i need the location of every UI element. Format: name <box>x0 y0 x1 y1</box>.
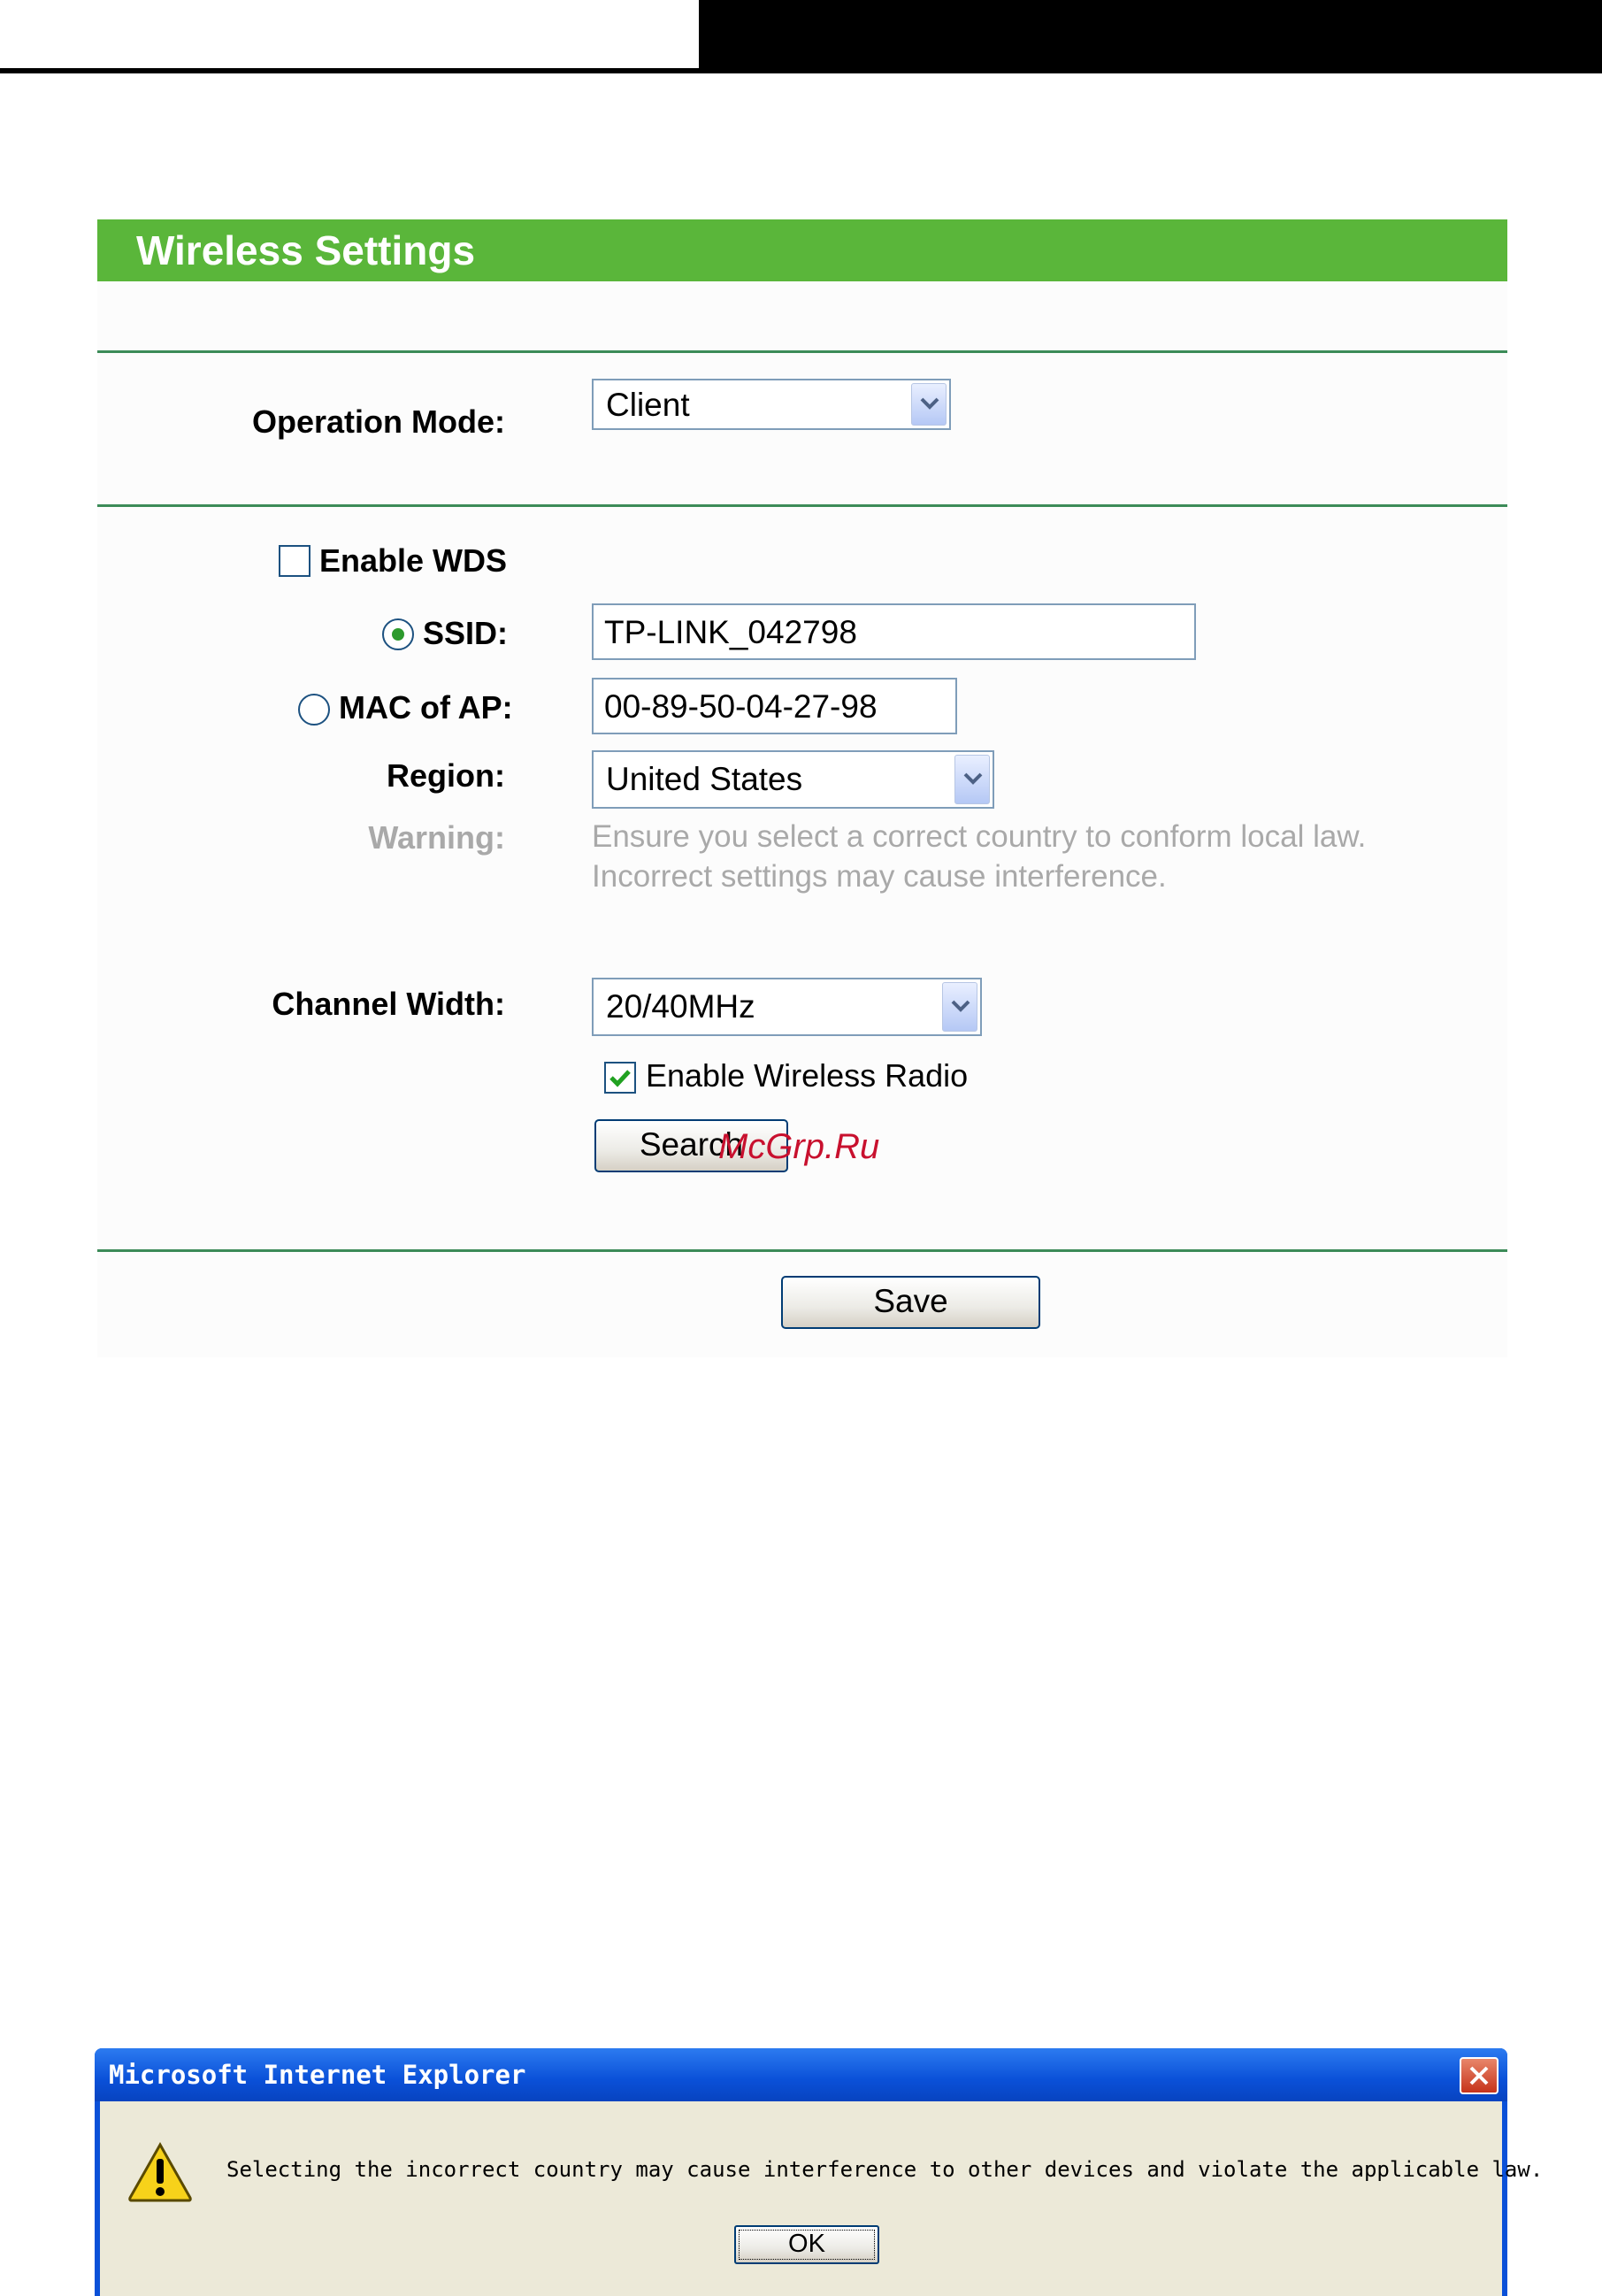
ssid-input[interactable]: TP-LINK_042798 <box>592 603 1196 660</box>
panel-title: Wireless Settings <box>136 227 476 273</box>
separator <box>97 1249 1507 1252</box>
dialog-body: Selecting the incorrect country may caus… <box>100 2101 1543 2296</box>
channel-width-label: Channel Width: <box>272 986 505 1022</box>
operation-mode-label: Operation Mode: <box>252 403 505 440</box>
separator <box>97 350 1507 353</box>
dialog-title: Microsoft Internet Explorer <box>109 2060 526 2090</box>
ssid-value: TP-LINK_042798 <box>604 614 857 650</box>
chevron-down-icon[interactable] <box>954 755 990 804</box>
region-label: Region: <box>387 757 505 794</box>
enable-wireless-radio-checkbox[interactable] <box>604 1062 636 1094</box>
mac-of-ap-input[interactable]: 00-89-50-04-27-98 <box>592 678 957 734</box>
operation-mode-select[interactable]: Client <box>592 379 951 430</box>
panel-title-bar: Wireless Settings <box>97 219 1507 281</box>
warning-icon <box>128 2141 192 2202</box>
radio-selected-dot <box>392 628 404 641</box>
save-button[interactable]: Save <box>781 1276 1040 1329</box>
enable-wireless-radio-label: Enable Wireless Radio <box>646 1057 969 1094</box>
header-right-bar <box>699 0 1602 73</box>
header-left-rule <box>0 68 699 73</box>
region-select[interactable]: United States <box>592 750 994 809</box>
mac-of-ap-radio[interactable] <box>298 694 330 726</box>
alert-dialog: Microsoft Internet Explorer Selecting th… <box>95 2048 1543 2296</box>
warning-text-line1: Ensure you select a correct country to c… <box>592 819 1367 854</box>
warning-text-line2: Incorrect settings may cause interferenc… <box>592 859 1167 894</box>
wireless-settings-panel: Wireless Settings Operation Mode: Client… <box>97 219 1507 1357</box>
enable-wds-label: Enable WDS <box>319 542 508 579</box>
dialog-titlebar[interactable]: Microsoft Internet Explorer <box>95 2048 1507 2101</box>
chevron-down-icon[interactable] <box>911 383 947 426</box>
mac-of-ap-label: MAC of AP: <box>339 689 513 726</box>
chevron-down-icon[interactable] <box>942 982 977 1032</box>
close-icon[interactable] <box>1460 2057 1499 2094</box>
separator <box>97 504 1507 507</box>
region-value: United States <box>606 761 803 797</box>
ssid-label: SSID: <box>423 615 509 651</box>
channel-width-select[interactable]: 20/40MHz <box>592 978 982 1036</box>
mac-of-ap-value: 00-89-50-04-27-98 <box>604 688 878 725</box>
operation-mode-value: Client <box>606 387 690 423</box>
check-icon <box>609 1070 631 1087</box>
ok-button[interactable]: OK <box>734 2225 879 2264</box>
warning-label: Warning: <box>368 819 505 856</box>
enable-wds-checkbox[interactable] <box>279 545 310 577</box>
dialog-message: Selecting the incorrect country may caus… <box>226 2157 1544 2182</box>
channel-width-value: 20/40MHz <box>606 988 755 1025</box>
ssid-radio[interactable] <box>382 618 414 650</box>
watermark: McGrp.Ru <box>718 1127 880 1166</box>
